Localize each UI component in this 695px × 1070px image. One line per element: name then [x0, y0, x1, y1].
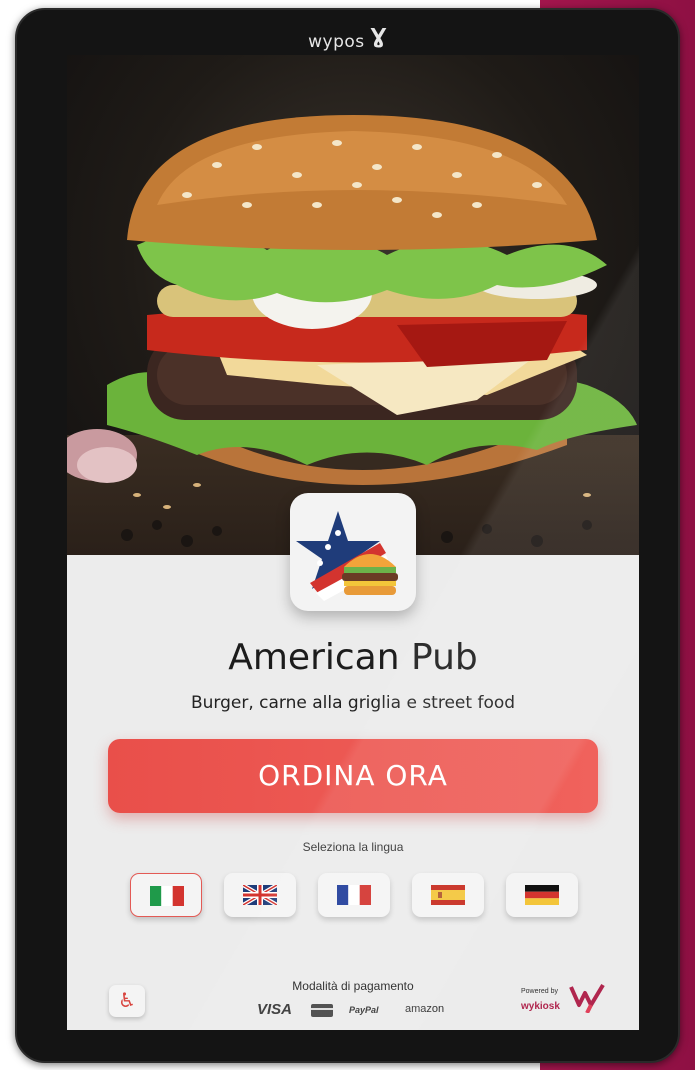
powered-by-name: wykiosk	[521, 1001, 560, 1012]
hero-image	[67, 55, 639, 555]
payment-methods: VISA PayPal amazon	[253, 1001, 453, 1021]
device-brand-mark: Ɣ	[370, 24, 387, 48]
germany-flag-icon	[525, 885, 559, 905]
order-now-button[interactable]: ORDINA ORA	[108, 739, 598, 813]
uk-flag-icon	[243, 885, 277, 905]
device-brand: wypos Ɣ	[17, 24, 678, 52]
kiosk-screen: American Pub Burger, carne alla griglia …	[67, 55, 639, 1030]
language-button-spanish[interactable]	[412, 873, 484, 917]
language-button-german[interactable]	[506, 873, 578, 917]
venue-tagline: Burger, carne alla griglia e street food	[190, 693, 516, 713]
payment-methods-label: Modalità di pagamento	[292, 979, 414, 993]
kiosk-device: wypos Ɣ American Pub Burger, carne alla …	[15, 8, 680, 1063]
wykiosk-logo-icon	[569, 983, 605, 1013]
amazon-logo: amazon	[405, 1003, 445, 1015]
italy-flag-icon	[150, 886, 184, 906]
device-brand-name: wypos	[308, 32, 365, 52]
accessibility-button[interactable]: ♿	[109, 985, 145, 1017]
burger-illustration	[67, 115, 637, 547]
credit-card-icon	[311, 1004, 333, 1017]
visa-logo: VISA	[257, 1001, 293, 1018]
venue-logo	[290, 493, 416, 611]
powered-by-label: Powered by	[521, 988, 558, 995]
language-button-french[interactable]	[318, 873, 390, 917]
powered-by-badge: Powered by wykiosk	[519, 983, 609, 1023]
language-select-label: Seleziona la lingua	[302, 840, 404, 854]
language-button-english[interactable]	[224, 873, 296, 917]
france-flag-icon	[337, 885, 371, 905]
language-button-italian[interactable]	[130, 873, 202, 917]
paypal-logo: PayPal	[349, 1005, 379, 1015]
venue-name: American Pub	[228, 637, 478, 678]
spain-flag-icon	[431, 885, 465, 905]
star-burger-icon	[296, 511, 398, 601]
wheelchair-icon: ♿	[118, 990, 136, 1012]
